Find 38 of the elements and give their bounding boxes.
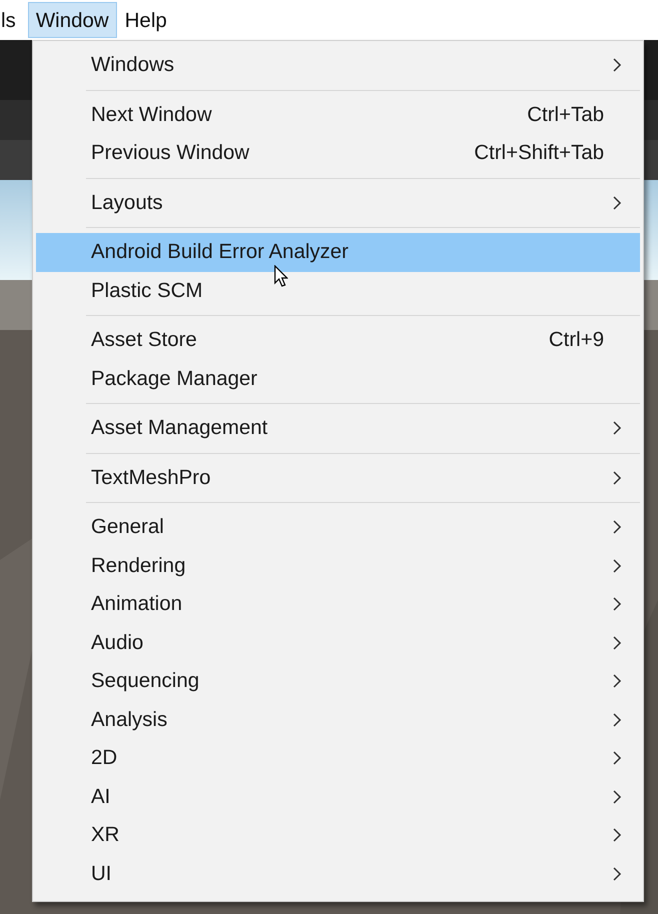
menu-item[interactable]: Windows — [36, 46, 640, 84]
menu-item[interactable]: Layouts — [36, 184, 640, 222]
chevron-right-icon — [612, 788, 622, 805]
menu-item[interactable]: Rendering — [36, 546, 640, 585]
menu-item[interactable]: 2D — [36, 739, 640, 778]
chevron-right-icon — [612, 750, 622, 766]
menu-item[interactable]: General — [36, 508, 640, 546]
menu-item[interactable]: XR — [36, 816, 640, 854]
menu-item[interactable]: Next Window Ctrl+Tab — [36, 96, 640, 134]
menu-bar-item[interactable]: Window — [28, 2, 117, 38]
chevron-right-icon — [612, 194, 622, 211]
chevron-right-icon — [612, 470, 622, 486]
menu-item[interactable]: Previous Window Ctrl+Shift+Tab — [36, 134, 640, 172]
chevron-right-icon — [612, 827, 622, 844]
chevron-right-icon — [612, 866, 622, 882]
menu-item[interactable]: Audio — [36, 624, 640, 662]
chevron-right-icon — [612, 57, 622, 74]
menu-bar-item[interactable]: Help — [116, 2, 175, 38]
menu-bar-item[interactable]: ls — [0, 2, 24, 38]
chevron-right-icon — [612, 712, 622, 728]
menu-item[interactable]: Package Manager — [36, 360, 640, 398]
menu-item[interactable]: Plastic SCM — [36, 272, 640, 310]
menu-item[interactable]: UI — [36, 854, 640, 893]
menu-item[interactable]: Android Build Error Analyzer — [36, 233, 640, 272]
menu-item[interactable]: Asset Store Ctrl+9 — [36, 321, 640, 360]
chevron-right-icon — [612, 558, 622, 574]
chevron-right-icon — [612, 420, 622, 436]
menu-item[interactable]: Animation — [36, 585, 640, 624]
chevron-right-icon — [612, 519, 622, 536]
chevron-right-icon — [612, 634, 622, 651]
chevron-right-icon — [612, 596, 622, 612]
menu-item[interactable]: TextMeshPro — [36, 458, 640, 497]
pointer-icon — [274, 265, 288, 287]
chevron-right-icon — [612, 673, 622, 690]
menu-item[interactable]: Asset Management — [36, 409, 640, 448]
menu-item[interactable]: Sequencing — [36, 662, 640, 700]
menu-item[interactable]: Analysis — [36, 700, 640, 739]
menu-item[interactable]: AI — [36, 778, 640, 816]
